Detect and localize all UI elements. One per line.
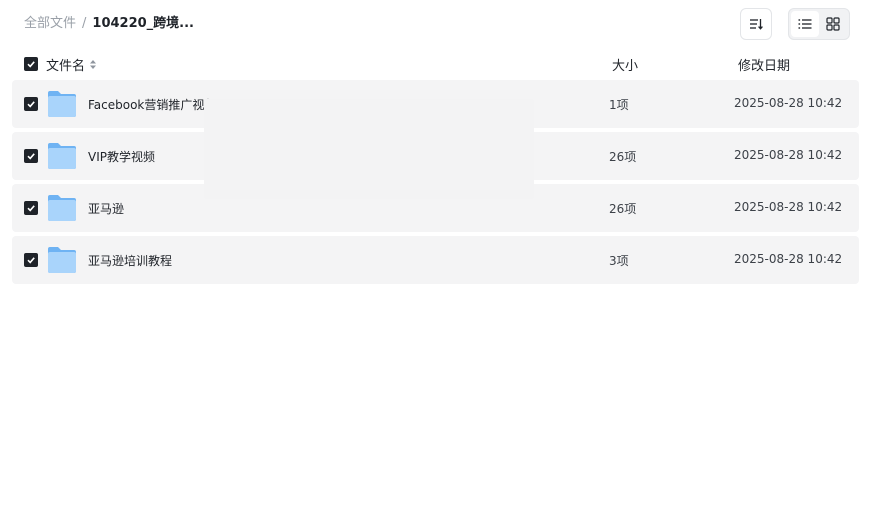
name-column-label: 文件名 [46,59,86,74]
select-all-checkbox[interactable] [24,57,38,71]
file-modified-date: 2025-08-28 10:42 [734,96,843,110]
blank-overlay-panel [204,99,534,199]
file-size: 26项 [609,150,637,164]
row-checkbox[interactable] [24,149,38,163]
date-column-header[interactable]: 修改日期 [738,55,790,74]
checkmark-icon [27,61,35,68]
checkmark-icon [27,205,35,212]
file-size: 3项 [609,254,629,268]
row-checkbox[interactable] [24,253,38,267]
file-modified-date: 2025-08-28 10:42 [734,148,843,162]
folder-icon [48,91,76,117]
sort-lines-arrow-icon [750,19,763,30]
file-modified-date: 2025-08-28 10:42 [734,200,843,214]
file-size: 1项 [609,98,629,112]
row-checkbox[interactable] [24,97,38,111]
breadcrumb: 全部文件 / 104220_跨境... [24,15,194,33]
breadcrumb-current: 104220_跨境... [92,16,194,31]
file-list-header: 文件名 大小 修改日期 [0,52,874,76]
name-column-header[interactable]: 文件名 [46,55,97,74]
file-modified-date: 2025-08-28 10:42 [734,252,843,266]
row-checkbox[interactable] [24,201,38,215]
file-name[interactable]: 亚马逊 [88,200,124,217]
file-name[interactable]: VIP教学视频 [88,148,155,165]
list-view-button[interactable] [791,11,819,37]
view-toggle [788,8,850,40]
file-name[interactable]: Facebook营销推广视频 [88,96,216,113]
file-size: 26项 [609,202,637,216]
checkmark-icon [27,101,35,108]
folder-icon [48,247,76,273]
top-bar: 全部文件 / 104220_跨境... [0,0,874,48]
breadcrumb-root-link[interactable]: 全部文件 [24,15,76,33]
folder-icon [48,143,76,169]
grid-view-icon [826,17,840,31]
size-column-header[interactable]: 大小 [612,55,638,74]
checkmark-icon [27,257,35,264]
list-view-icon [798,19,812,29]
sort-up-down-icon [90,60,97,69]
sort-button[interactable] [740,8,772,40]
table-row[interactable]: 亚马逊培训教程 3项 2025-08-28 10:42 [12,236,859,284]
grid-view-button[interactable] [819,11,847,37]
checkmark-icon [27,153,35,160]
file-name[interactable]: 亚马逊培训教程 [88,252,172,269]
folder-icon [48,195,76,221]
breadcrumb-separator: / [82,16,87,31]
